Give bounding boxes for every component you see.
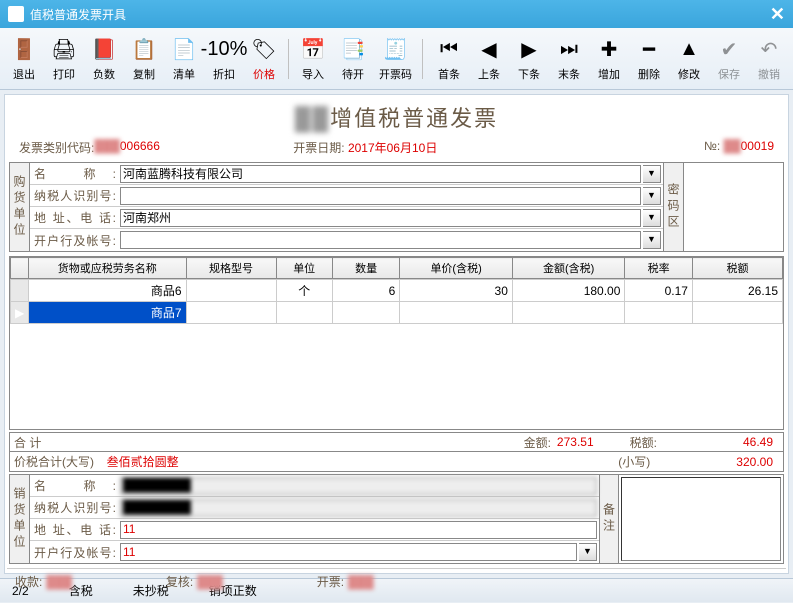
list-icon: 📄 — [170, 36, 198, 64]
seller-label: 销货单位 — [10, 475, 30, 563]
print-icon: 🖨 — [50, 36, 78, 64]
modify-icon: ▲ — [675, 36, 703, 64]
seller-taxid: ████████ — [120, 499, 597, 517]
remark-label: 备注 — [599, 475, 619, 563]
table-row[interactable]: ▶商品7个720140.000.1720.34 — [11, 302, 783, 324]
invoice-code: 006666 — [120, 139, 160, 156]
copy-button[interactable]: 📋复制 — [124, 34, 164, 84]
code-button[interactable]: 🧾开票码 — [373, 34, 418, 84]
print-button[interactable]: 🖨打印 — [44, 34, 84, 84]
del-button[interactable]: ━删除 — [629, 34, 669, 84]
price-button[interactable]: 🏷价格 — [244, 34, 284, 84]
items-grid[interactable]: 货物或应税劳务名称规格型号单位数量单价(含税)金额(含税)税率税额 商品6个63… — [9, 256, 784, 430]
list-button[interactable]: 📄清单 — [164, 34, 204, 84]
dropdown-icon[interactable]: ▼ — [643, 231, 661, 249]
first-button[interactable]: ⏮首条 — [429, 34, 469, 84]
dropdown-icon[interactable]: ▼ — [643, 209, 661, 227]
discount-button[interactable]: -10%折扣 — [204, 34, 244, 84]
import-button[interactable]: 📅导入 — [293, 34, 333, 84]
invoice-no: 00019 — [741, 139, 774, 156]
app-icon — [8, 6, 24, 22]
dropdown-icon[interactable]: ▼ — [643, 165, 661, 183]
totals: 合 计 金额:273.51 税额:46.49 价税合计(大写) 叁佰贰拾圆整 (… — [9, 432, 784, 472]
buyer-label: 购货单位 — [10, 163, 30, 251]
save-icon: ✔ — [715, 36, 743, 64]
seller-section: 销货单位 名 称████████ 纳税人识别号████████ 地 址、电 话1… — [9, 474, 784, 564]
del-icon: ━ — [635, 36, 663, 64]
copy-icon: 📋 — [130, 36, 158, 64]
code-area — [683, 163, 783, 251]
price-icon: 🏷 — [250, 36, 278, 64]
prev-button[interactable]: ◀上条 — [469, 34, 509, 84]
meta-row: 发票类别代码: ███006666 开票日期: 2017年06月10日 №: █… — [7, 137, 786, 158]
last-icon: ⏭ — [555, 36, 583, 64]
exit-button[interactable]: 🚪退出 — [4, 34, 44, 84]
dropdown-icon[interactable]: ▼ — [579, 543, 597, 561]
table-row[interactable]: 商品6个630180.000.1726.15 — [11, 280, 783, 302]
undo-button: ↶撤销 — [749, 34, 789, 84]
next-button[interactable]: ▶下条 — [509, 34, 549, 84]
toolbar: 🚪退出🖨打印📕负数📋复制📄清单-10%折扣🏷价格📅导入📑待开🧾开票码 ⏮首条◀上条… — [0, 28, 793, 90]
close-icon[interactable]: ✕ — [770, 4, 785, 25]
buyer-bank-input[interactable] — [120, 231, 641, 249]
buyer-name-input[interactable] — [120, 165, 641, 183]
add-button[interactable]: ✚增加 — [589, 34, 629, 84]
discount-icon: -10% — [210, 36, 238, 64]
signer-row: 收款:███ 复核:███ 开票:███ — [7, 568, 786, 594]
save-button: ✔保存 — [709, 34, 749, 84]
grand-cn: 叁佰贰拾圆整 — [101, 453, 185, 470]
modify-button[interactable]: ▲修改 — [669, 34, 709, 84]
main-panel: ██增值税普通发票 发票类别代码: ███006666 开票日期: 2017年0… — [4, 94, 789, 574]
sum-tax: 46.49 — [737, 435, 779, 449]
seller-name: ████████ — [120, 477, 597, 495]
seller-addr: 11 — [120, 521, 597, 539]
remark-input[interactable] — [621, 477, 781, 561]
invoice-title: ██增值税普通发票 — [7, 97, 786, 137]
buyer-addr-input[interactable] — [120, 209, 641, 227]
add-icon: ✚ — [595, 36, 623, 64]
invoice-date: 2017年06月10日 — [348, 139, 437, 156]
last-button[interactable]: ⏭末条 — [549, 34, 589, 84]
buyer-taxid-input[interactable] — [120, 187, 641, 205]
buyer-section: 购货单位 名 称▼ 纳税人识别号▼ 地 址、电 话▼ 开户行及帐号▼ 密码区 — [9, 162, 784, 252]
pending-button[interactable]: 📑待开 — [333, 34, 373, 84]
undo-icon: ↶ — [755, 36, 783, 64]
exit-icon: 🚪 — [10, 36, 38, 64]
first-icon: ⏮ — [435, 36, 463, 64]
prev-icon: ◀ — [475, 36, 503, 64]
seller-bank-input[interactable] — [120, 543, 577, 561]
titlebar: 值税普通发票开具 ✕ — [0, 0, 793, 28]
import-icon: 📅 — [299, 36, 327, 64]
code-icon: 🧾 — [382, 36, 410, 64]
pending-icon: 📑 — [339, 36, 367, 64]
next-icon: ▶ — [515, 36, 543, 64]
dropdown-icon[interactable]: ▼ — [643, 187, 661, 205]
grand-num: 320.00 — [730, 455, 779, 469]
negative-button[interactable]: 📕负数 — [84, 34, 124, 84]
sum-amount: 273.51 — [551, 435, 600, 449]
code-area-label: 密码区 — [663, 163, 683, 251]
negative-icon: 📕 — [90, 36, 118, 64]
window-title: 值税普通发票开具 — [30, 6, 126, 23]
